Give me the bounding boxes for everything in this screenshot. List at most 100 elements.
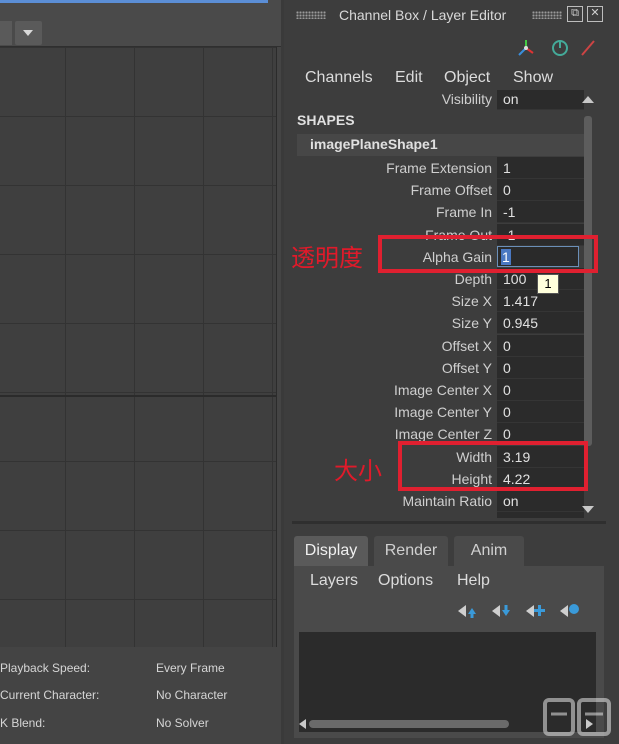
attribute-name: Visibility — [441, 91, 492, 107]
attribute-value-field[interactable]: -1 — [497, 201, 584, 224]
menu-show[interactable]: Show — [513, 69, 553, 87]
attribute-value-field[interactable]: 0 — [497, 356, 584, 379]
attribute-name[interactable]: Image Center Y — [394, 404, 492, 420]
tab-anim[interactable]: Anim — [454, 536, 524, 566]
speed-icon[interactable] — [552, 40, 568, 56]
annotation-box-alpha — [378, 235, 598, 273]
viewport-dropdown-button[interactable] — [15, 21, 42, 45]
attribute-value: 0 — [503, 337, 511, 354]
attribute-name[interactable]: Offset Y — [442, 360, 492, 376]
attribute-name[interactable]: Image Center Z — [395, 426, 492, 442]
attribute-name[interactable]: Size X — [452, 293, 492, 309]
layer-tools — [458, 604, 579, 618]
drag-handle-icon[interactable] — [532, 11, 562, 19]
attribute-row-image-center-x[interactable]: Image Center X 0 — [294, 379, 584, 401]
status-row-playback: Playback Speed: Every Frame — [0, 655, 276, 682]
annotation-box-size — [398, 441, 588, 491]
attribute-row-visibility[interactable]: Visibility on — [294, 90, 584, 110]
drag-handle-icon[interactable] — [296, 11, 326, 19]
attribute-name[interactable]: Maintain Ratio — [403, 493, 493, 509]
status-value[interactable]: Every Frame — [156, 661, 225, 675]
panel-divider[interactable] — [292, 521, 606, 524]
tab-display[interactable]: Display — [294, 536, 368, 566]
attribute-row-offset-x[interactable]: Offset X 0 — [294, 334, 584, 357]
scrollbar-thumb[interactable] — [584, 116, 592, 446]
attribute-row-frame-visibility[interactable]: Frame Visibility on — [294, 512, 584, 518]
attribute-name[interactable]: Offset X — [442, 338, 492, 354]
float-window-icon[interactable]: ⧉ — [567, 6, 583, 22]
menu-edit[interactable]: Edit — [395, 69, 423, 87]
attribute-value: 1.417 — [503, 293, 539, 310]
tab-render[interactable]: Render — [374, 536, 448, 566]
status-value[interactable]: No Character — [156, 688, 227, 702]
node-name: imagePlaneShape1 — [310, 136, 438, 152]
attribute-name[interactable]: Depth — [455, 271, 492, 287]
attribute-row-size-y[interactable]: Size Y 0.945 — [294, 312, 584, 335]
menu-object[interactable]: Object — [444, 69, 490, 87]
channel-box-layer-editor: Channel Box / Layer Editor ⧉ ✕ Channels … — [284, 0, 619, 744]
status-label: Current Character: — [0, 688, 100, 702]
viewport-panel: Playback Speed: Every Frame Current Char… — [0, 0, 281, 744]
attribute-value-field[interactable]: 0 — [497, 401, 584, 424]
attribute-value: 1 — [503, 160, 511, 176]
attribute-row-frame-in[interactable]: Frame In -1 — [294, 201, 584, 224]
scrollbar-thumb[interactable] — [309, 720, 509, 728]
scroll-down-arrow-icon[interactable] — [582, 506, 594, 513]
attribute-row-offset-y[interactable]: Offset Y 0 — [294, 356, 584, 379]
attribute-name[interactable]: Frame Extension — [386, 160, 492, 176]
attribute-value: 100 — [503, 271, 527, 287]
panel-titlebar[interactable]: Channel Box / Layer Editor ⧉ ✕ — [284, 0, 619, 32]
attribute-value: on — [503, 493, 519, 509]
node-name-bar[interactable]: imagePlaneShape1 — [297, 134, 584, 156]
attribute-value-field[interactable]: on — [497, 490, 584, 512]
panel-title: Channel Box / Layer Editor — [339, 7, 507, 23]
attribute-row-maintain-ratio[interactable]: Maintain Ratio on — [294, 490, 584, 512]
scroll-up-arrow-icon[interactable] — [582, 96, 594, 103]
scroll-left-arrow-icon[interactable] — [299, 719, 306, 729]
annotation-label-alpha: 透明度 — [291, 244, 363, 272]
attribute-name[interactable]: Frame In — [436, 204, 492, 220]
menu-layers[interactable]: Layers — [310, 572, 358, 590]
move-layer-down-icon[interactable] — [492, 605, 510, 617]
attribute-value: 0 — [503, 359, 511, 376]
viewport-toolbar — [0, 0, 281, 47]
attribute-value: on — [503, 91, 519, 107]
attribute-value-field[interactable]: 0 — [497, 334, 584, 357]
attribute-name[interactable]: Frame Visibility — [397, 515, 492, 518]
attribute-value-field[interactable]: 1 — [497, 157, 584, 179]
attribute-value-field[interactable]: on — [497, 512, 584, 518]
active-panel-highlight — [0, 0, 268, 3]
attribute-value-field[interactable]: 0 — [497, 179, 584, 202]
menu-options[interactable]: Options — [378, 572, 433, 590]
attribute-value-field[interactable]: 0.945 — [497, 312, 584, 335]
section-header-shapes: SHAPES — [297, 112, 355, 128]
new-layer-icon[interactable] — [526, 605, 545, 617]
status-label: Playback Speed: — [0, 661, 91, 675]
menu-help[interactable]: Help — [457, 572, 490, 590]
attribute-name[interactable]: Image Center X — [394, 382, 492, 398]
status-label: K Blend: — [0, 716, 46, 730]
attribute-row-frame-offset[interactable]: Frame Offset 0 — [294, 179, 584, 202]
attribute-row-image-center-y[interactable]: Image Center Y 0 — [294, 401, 584, 424]
new-layer-from-selected-icon[interactable] — [560, 604, 579, 617]
move-layer-up-icon[interactable] — [458, 605, 476, 618]
attribute-value: 0 — [503, 182, 511, 199]
attribute-name[interactable]: Frame Offset — [411, 182, 492, 198]
attribute-value: 0 — [503, 404, 511, 421]
attribute-name[interactable]: Size Y — [452, 315, 492, 331]
viewport-grid[interactable] — [0, 47, 277, 647]
channel-box-mode-icons — [518, 40, 595, 56]
attribute-row-frame-extension[interactable]: Frame Extension 1 — [294, 157, 584, 179]
viewport-dropdown-field[interactable] — [0, 21, 12, 45]
pencil-icon[interactable] — [581, 40, 595, 56]
status-value[interactable]: No Solver — [156, 716, 209, 730]
attribute-value-field[interactable]: on — [497, 90, 584, 110]
annotation-label-size: 大小 — [334, 457, 382, 485]
attribute-value-field[interactable]: 0 — [497, 379, 584, 401]
close-icon[interactable]: ✕ — [587, 6, 603, 22]
layer-editor-tabs: Display Render Anim — [294, 536, 594, 566]
menu-channels[interactable]: Channels — [305, 69, 373, 87]
manipulator-icon[interactable] — [518, 40, 534, 56]
value-tooltip: 1 — [537, 274, 559, 294]
attribute-value: 0 — [503, 426, 511, 443]
